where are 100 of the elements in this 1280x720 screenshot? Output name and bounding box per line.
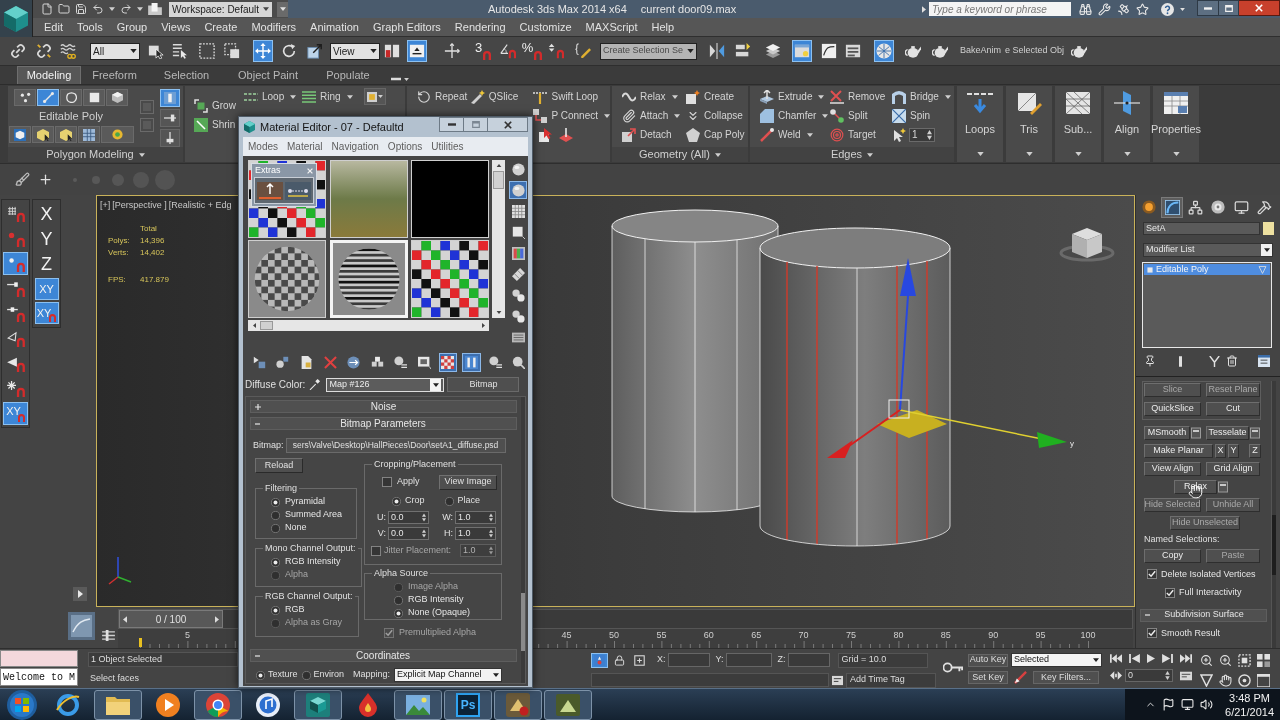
toolbar-button[interactable] (407, 40, 427, 62)
auto-key-button[interactable]: Auto Key (968, 653, 1008, 667)
menu-item[interactable]: Modifiers (251, 18, 297, 36)
flag-icon[interactable] (1162, 698, 1176, 711)
material-tool-button[interactable] (462, 352, 481, 372)
wrench-icon[interactable] (1098, 2, 1111, 16)
checker-sphere-sample-slot[interactable] (248, 240, 326, 318)
speaker-icon[interactable] (1200, 698, 1214, 711)
command-button[interactable]: View Align (1144, 462, 1201, 476)
ribbon-tab[interactable]: Selection (148, 66, 225, 84)
arrow-tile-icon[interactable] (257, 181, 283, 200)
viewport-menu-label[interactable]: [Realistic + Edg (168, 199, 232, 213)
ribbon-button[interactable]: P Connect (533, 106, 610, 125)
status-toggle-button[interactable] (591, 652, 608, 668)
four-squares-icon[interactable] (1257, 654, 1270, 667)
checkbox[interactable] (1165, 587, 1175, 598)
axis-constraint-button[interactable]: XY (34, 278, 59, 300)
snap-toggle-button[interactable] (3, 252, 28, 275)
subobject-button[interactable] (60, 89, 82, 106)
cursor-square-icon[interactable] (539, 127, 554, 142)
rollout-header[interactable]: Noise (250, 400, 517, 413)
ribbon-tab[interactable]: Object Paint (225, 66, 311, 84)
ribbon-button[interactable]: QSlice (470, 87, 525, 106)
menu-item[interactable]: Customize (519, 18, 572, 36)
view-cube[interactable] (1059, 228, 1115, 262)
ribbon-large-button[interactable]: Sub... (1055, 86, 1101, 162)
script-input-field[interactable] (0, 650, 78, 667)
taskbar-button[interactable]: Ps (444, 689, 492, 720)
settings-icon[interactable] (1218, 480, 1228, 494)
fork-icon[interactable] (1209, 355, 1220, 367)
radio-button[interactable] (394, 595, 403, 605)
key-mode-dropdown[interactable]: Selected (1011, 653, 1102, 667)
ribbon-tab[interactable]: Freeform (81, 66, 148, 84)
minimize-button[interactable] (439, 117, 464, 132)
command-button[interactable]: QuickSlice (1144, 402, 1201, 416)
menu-item[interactable]: Help (651, 18, 675, 36)
radio-button[interactable] (444, 496, 454, 506)
mapping-dropdown[interactable]: Explicit Map Channel (394, 668, 503, 682)
rollout-header[interactable]: Bitmap Parameters (250, 417, 517, 430)
plus-icon[interactable] (38, 172, 53, 187)
set-key-button[interactable]: Set Key (968, 671, 1008, 684)
checkbox[interactable] (384, 628, 394, 638)
ribbon-button[interactable]: Swift Loop (533, 87, 610, 106)
rollout-header[interactable]: Coordinates (250, 649, 517, 662)
window-lines-icon[interactable] (1258, 355, 1270, 367)
radio-button[interactable] (271, 523, 280, 533)
snap-toggle-button[interactable]: 3 (471, 40, 495, 62)
help-icon[interactable] (1161, 2, 1174, 16)
number-field[interactable]: 1.0 (460, 544, 496, 557)
menu-item[interactable]: Create (204, 18, 238, 36)
next-frame-icon[interactable] (1162, 654, 1173, 663)
ribbon-toggle-button[interactable] (391, 77, 409, 81)
radio-button[interactable] (256, 670, 265, 680)
toolbar-button[interactable] (707, 40, 727, 62)
object-name-field[interactable]: SetA (1143, 222, 1260, 235)
ribbon-large-button[interactable]: Loops (957, 86, 1003, 162)
striped-sphere-sample-slot[interactable] (329, 240, 408, 318)
command-button[interactable]: Grid Align (1206, 462, 1260, 476)
toolbar-dropdown[interactable]: All (90, 42, 140, 60)
viewport-menu-label[interactable]: [Perspective ] (112, 199, 167, 213)
subobject-button[interactable] (14, 89, 36, 106)
settings-icon[interactable] (1191, 426, 1201, 440)
ribbon-icon-button[interactable] (364, 88, 386, 105)
orbit-icon[interactable] (1238, 673, 1251, 687)
command-button[interactable]: MSmooth (1144, 426, 1190, 440)
application-button[interactable] (0, 0, 33, 37)
toolbar-dropdown[interactable]: View (330, 42, 380, 60)
menu-item[interactable]: MAXScript (585, 18, 638, 36)
ribbon-icon-button[interactable] (54, 126, 77, 143)
command-button[interactable]: X (1215, 444, 1226, 458)
menu-item[interactable]: Rendering (454, 18, 506, 36)
menu-item[interactable]: Tools (76, 18, 103, 36)
ribbon-button[interactable]: Shrin (194, 115, 238, 134)
command-panel-tab[interactable] (1161, 196, 1183, 218)
radio-button[interactable] (301, 670, 311, 680)
scroll-thumb[interactable] (493, 171, 505, 189)
command-button[interactable]: Copy (1144, 548, 1201, 563)
radio-button[interactable] (271, 497, 280, 507)
play-icon[interactable] (1147, 654, 1155, 663)
zoom-icon[interactable] (1200, 654, 1213, 667)
ribbon-button[interactable]: Spin (892, 106, 951, 125)
ribbon-button[interactable]: Extrude (760, 87, 830, 106)
taskbar-button[interactable] (194, 689, 242, 720)
color-swatch[interactable] (1263, 222, 1274, 235)
monitor-icon[interactable] (1181, 698, 1195, 711)
folder-document-icon[interactable] (148, 3, 162, 15)
menu-item[interactable]: Navigation (331, 139, 379, 154)
axis-constraint-button[interactable]: Y (34, 228, 59, 251)
key-mode-icon[interactable] (1110, 671, 1122, 680)
number-field[interactable]: 0.0 (388, 511, 429, 524)
vertical-scroll-bar[interactable] (492, 160, 506, 318)
ribbon-icon-button[interactable] (8, 126, 31, 143)
scroll-thumb[interactable] (260, 321, 273, 330)
sample-tool-button[interactable] (509, 181, 528, 199)
coordinate-field[interactable] (667, 653, 710, 667)
sample-tool-button[interactable] (509, 286, 528, 304)
ribbon-button[interactable]: Repeat (417, 87, 469, 106)
stack-item[interactable]: Editable Poly (1144, 264, 1270, 275)
ribbon-icon-button[interactable] (160, 129, 180, 147)
number-field[interactable]: 1.0 (455, 527, 496, 540)
